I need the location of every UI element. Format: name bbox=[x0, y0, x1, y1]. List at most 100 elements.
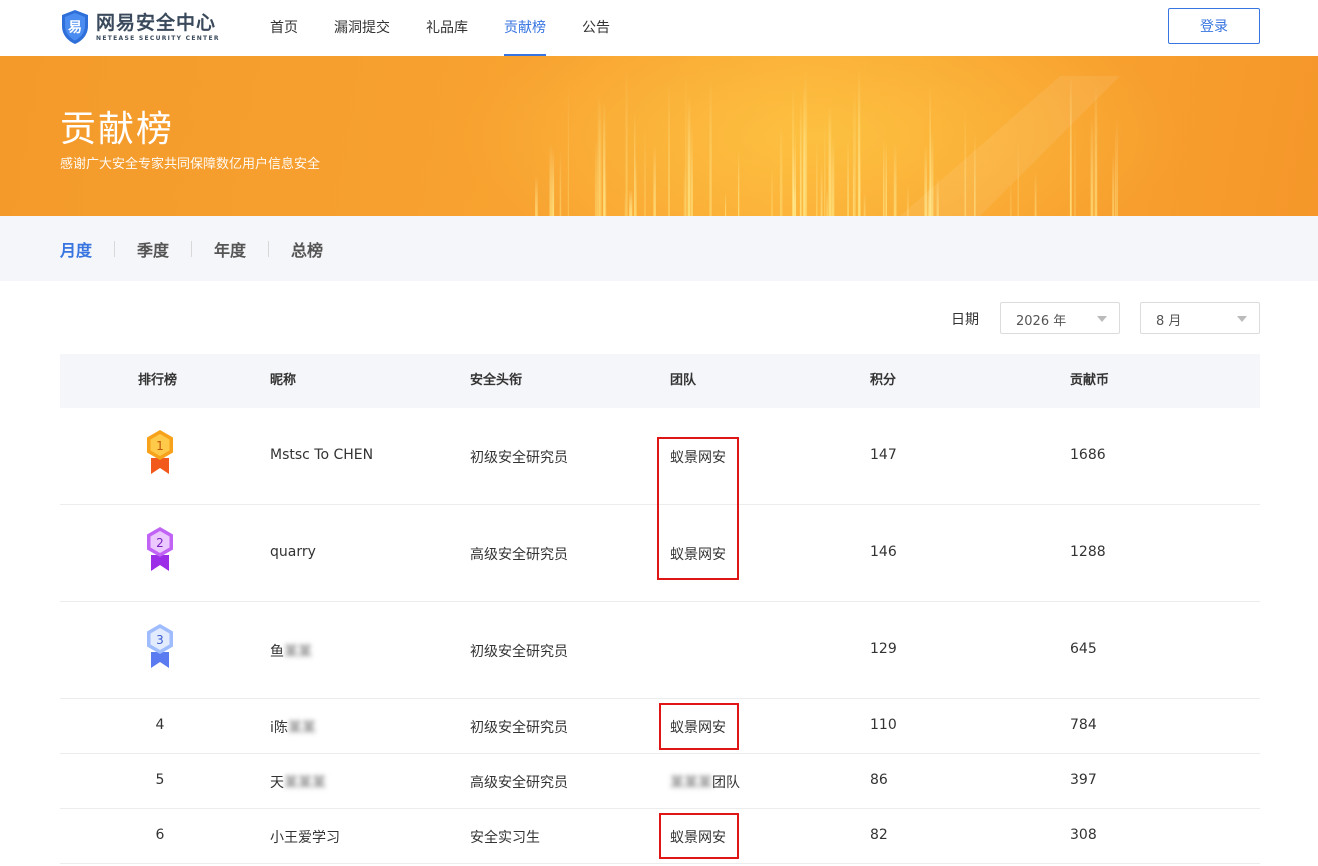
col-points: 积分 bbox=[870, 373, 897, 388]
nav-submit-vuln[interactable]: 漏洞提交 bbox=[334, 0, 390, 56]
nickname: 小王爱学习 bbox=[270, 830, 340, 846]
nickname: i陈某某 bbox=[270, 717, 316, 737]
nickname: 天某某某 bbox=[270, 772, 326, 792]
points: 146 bbox=[870, 544, 897, 560]
nickname-visible: i陈 bbox=[270, 720, 288, 736]
light-streak bbox=[1074, 122, 1076, 216]
light-streak bbox=[629, 189, 633, 216]
gold-medal-icon: 1 bbox=[147, 430, 173, 474]
team-name-blurred: 某某某 bbox=[670, 775, 712, 791]
tab-divider bbox=[191, 240, 193, 257]
light-streak bbox=[831, 138, 835, 216]
security-title: 安全实习生 bbox=[470, 830, 540, 846]
light-streak bbox=[847, 141, 849, 216]
light-streak bbox=[725, 192, 727, 216]
month-select[interactable]: 8 月 bbox=[1140, 302, 1260, 334]
light-streak bbox=[1094, 84, 1098, 216]
light-streak bbox=[799, 99, 802, 216]
year-select[interactable]: 2026 年 bbox=[1000, 302, 1120, 334]
light-streak bbox=[603, 101, 606, 216]
light-streak bbox=[893, 143, 897, 216]
medal-rank-text: 3 bbox=[156, 633, 164, 647]
coins: 397 bbox=[1070, 772, 1097, 788]
rank-number: 6 bbox=[155, 827, 165, 843]
nickname: quarry bbox=[270, 544, 316, 560]
col-nickname: 昵称 bbox=[270, 373, 297, 388]
light-streak bbox=[552, 148, 555, 216]
light-streak bbox=[826, 189, 828, 216]
light-streak bbox=[816, 142, 818, 216]
points: 110 bbox=[870, 717, 897, 733]
light-streak bbox=[779, 124, 783, 216]
rank-number: 4 bbox=[155, 717, 165, 733]
chevron-down-icon bbox=[1097, 316, 1107, 322]
light-streak bbox=[885, 142, 887, 216]
nickname-blurred: 某某某 bbox=[284, 775, 326, 791]
logo-en-text: NETEASE SECURITY CENTER bbox=[96, 34, 220, 42]
light-streak bbox=[824, 123, 826, 216]
table-row: 6 小王爱学习 安全实习生 蚁景网安 82 308 bbox=[60, 809, 1260, 864]
light-streak bbox=[1116, 116, 1118, 216]
coins: 645 bbox=[1070, 641, 1097, 657]
light-streak bbox=[828, 104, 832, 216]
light-streak bbox=[883, 138, 885, 216]
light-streak bbox=[1114, 129, 1116, 216]
nickname-blurred: 某某 bbox=[287, 720, 316, 736]
tab-overall[interactable]: 总榜 bbox=[291, 237, 323, 261]
light-streak bbox=[653, 144, 656, 216]
year-select-value: 2026 年 bbox=[1016, 314, 1067, 329]
col-team: 团队 bbox=[670, 373, 697, 388]
nav-gift-store[interactable]: 礼品库 bbox=[426, 0, 468, 56]
light-streak bbox=[625, 67, 628, 216]
security-title: 高级安全研究员 bbox=[470, 547, 568, 563]
login-button[interactable]: 登录 bbox=[1168, 8, 1260, 44]
security-title: 初级安全研究员 bbox=[470, 720, 568, 736]
light-streak bbox=[852, 159, 855, 216]
nickname-visible: 鱼 bbox=[270, 644, 284, 660]
tab-yearly[interactable]: 年度 bbox=[214, 237, 246, 261]
banner-subtitle: 感谢广大安全专家共同保障数亿用户信息安全 bbox=[60, 157, 321, 172]
light-streak bbox=[738, 150, 740, 216]
light-streak bbox=[594, 138, 598, 216]
table-row: 4 i陈某某 初级安全研究员 蚁景网安 110 784 bbox=[60, 699, 1260, 754]
banner-light-streaks bbox=[460, 56, 1180, 216]
nickname-visible: 天 bbox=[270, 775, 284, 791]
banner-title: 贡献榜 bbox=[60, 109, 175, 150]
svg-text:易: 易 bbox=[68, 20, 82, 36]
light-streak bbox=[549, 142, 552, 216]
table-header: 排行榜 昵称 安全头衔 团队 积分 贡献币 bbox=[60, 354, 1260, 408]
col-rank: 排行榜 bbox=[138, 373, 178, 388]
light-streak bbox=[687, 96, 691, 216]
light-streak bbox=[1112, 153, 1115, 216]
points: 129 bbox=[870, 641, 897, 657]
nav-announcements[interactable]: 公告 bbox=[582, 0, 610, 56]
tab-quarterly[interactable]: 季度 bbox=[137, 237, 169, 261]
col-title: 安全头衔 bbox=[470, 373, 523, 388]
table-row: 5 天某某某 高级安全研究员 某某某团队 86 397 bbox=[60, 754, 1260, 809]
logo-cn-text: 网易安全中心 bbox=[96, 11, 217, 34]
team-name: 蚁景网安 bbox=[670, 830, 726, 846]
site-logo[interactable]: 易 网易安全中心 NETEASE SECURITY CENTER bbox=[60, 8, 220, 46]
light-streak bbox=[771, 167, 773, 216]
top-navbar: 易 网易安全中心 NETEASE SECURITY CENTER 首页 漏洞提交… bbox=[0, 0, 1318, 56]
nickname: 鱼某某 bbox=[270, 641, 312, 661]
points: 82 bbox=[870, 827, 888, 843]
light-streak bbox=[668, 81, 670, 216]
blue-medal-icon: 3 bbox=[147, 624, 173, 668]
chevron-down-icon bbox=[1237, 316, 1247, 322]
coins: 1288 bbox=[1070, 544, 1106, 560]
date-filter-label: 日期 bbox=[951, 312, 979, 328]
light-streak bbox=[1034, 172, 1037, 216]
table-row: 1 Mstsc To CHEN 初级安全研究员 蚁景网安 147 1686 bbox=[60, 408, 1260, 505]
tab-monthly[interactable]: 月度 bbox=[60, 237, 92, 261]
nickname: Mstsc To CHEN bbox=[270, 447, 374, 463]
nav-leaderboard[interactable]: 贡献榜 bbox=[504, 0, 546, 56]
light-streak bbox=[634, 110, 636, 216]
shield-logo-icon: 易 bbox=[62, 10, 88, 44]
nav-home[interactable]: 首页 bbox=[270, 0, 298, 56]
light-streak bbox=[598, 101, 602, 216]
security-title: 高级安全研究员 bbox=[470, 775, 568, 791]
light-streak bbox=[559, 149, 562, 216]
points: 86 bbox=[870, 772, 888, 788]
coins: 308 bbox=[1070, 827, 1097, 843]
